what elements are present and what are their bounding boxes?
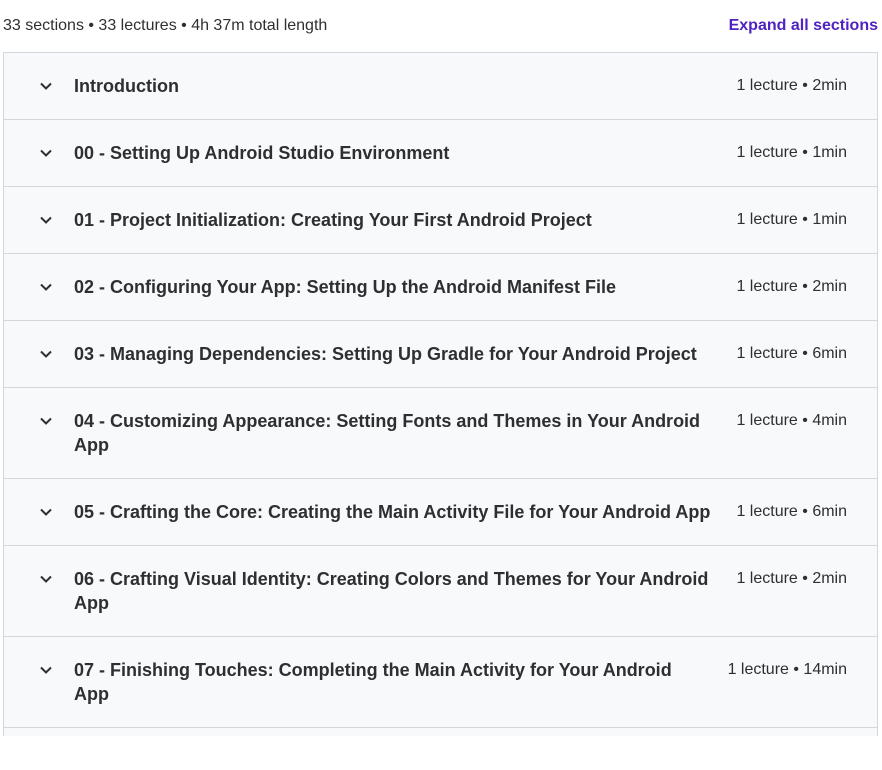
section-meta: 1 lecture • 2min: [736, 278, 847, 295]
curriculum-header: 33 sections • 33 lectures • 4h 37m total…: [0, 0, 882, 52]
section-meta: 1 lecture • 1min: [736, 144, 847, 161]
section-item-04[interactable]: 04 - Customizing Appearance: Setting Fon…: [4, 388, 877, 479]
curriculum-section-list: Introduction 1 lecture • 2min 00 - Setti…: [3, 52, 878, 736]
section-meta: 1 lecture • 2min: [736, 570, 847, 587]
section-meta: 1 lecture • 1min: [736, 211, 847, 228]
expand-all-sections-button[interactable]: Expand all sections: [729, 17, 878, 35]
section-item-introduction[interactable]: Introduction 1 lecture • 2min: [4, 53, 877, 120]
section-meta: 1 lecture • 14min: [727, 661, 847, 678]
chevron-down-icon: [38, 78, 54, 94]
section-title: 06 - Crafting Visual Identity: Creating …: [74, 569, 709, 613]
section-item-06[interactable]: 06 - Crafting Visual Identity: Creating …: [4, 546, 877, 637]
section-item-00[interactable]: 00 - Setting Up Android Studio Environme…: [4, 120, 877, 187]
chevron-down-icon: [38, 212, 54, 228]
section-title: 02 - Configuring Your App: Setting Up th…: [74, 277, 616, 297]
section-title: 07 - Finishing Touches: Completing the M…: [74, 660, 672, 704]
section-meta: 1 lecture • 2min: [736, 77, 847, 94]
section-meta: 1 lecture • 4min: [736, 412, 847, 429]
chevron-down-icon: [38, 504, 54, 520]
chevron-down-icon: [38, 662, 54, 678]
section-title: 01 - Project Initialization: Creating Yo…: [74, 210, 592, 230]
chevron-down-icon: [38, 413, 54, 429]
section-item-01[interactable]: 01 - Project Initialization: Creating Yo…: [4, 187, 877, 254]
section-item-03[interactable]: 03 - Managing Dependencies: Setting Up G…: [4, 321, 877, 388]
section-item-02[interactable]: 02 - Configuring Your App: Setting Up th…: [4, 254, 877, 321]
section-title: 00 - Setting Up Android Studio Environme…: [74, 143, 450, 163]
section-meta: 1 lecture • 6min: [736, 345, 847, 362]
section-title: 03 - Managing Dependencies: Setting Up G…: [74, 344, 697, 364]
section-item-07[interactable]: 07 - Finishing Touches: Completing the M…: [4, 637, 877, 728]
chevron-down-icon: [38, 571, 54, 587]
chevron-down-icon: [38, 145, 54, 161]
section-title: 05 - Crafting the Core: Creating the Mai…: [74, 502, 711, 522]
section-item-next-partial[interactable]: [4, 728, 877, 736]
section-item-05[interactable]: 05 - Crafting the Core: Creating the Mai…: [4, 479, 877, 546]
section-title: Introduction: [74, 76, 179, 96]
section-title: 04 - Customizing Appearance: Setting Fon…: [74, 411, 701, 455]
curriculum-summary: 33 sections • 33 lectures • 4h 37m total…: [3, 17, 328, 34]
section-meta: 1 lecture • 6min: [736, 503, 847, 520]
chevron-down-icon: [38, 346, 54, 362]
chevron-down-icon: [38, 279, 54, 295]
